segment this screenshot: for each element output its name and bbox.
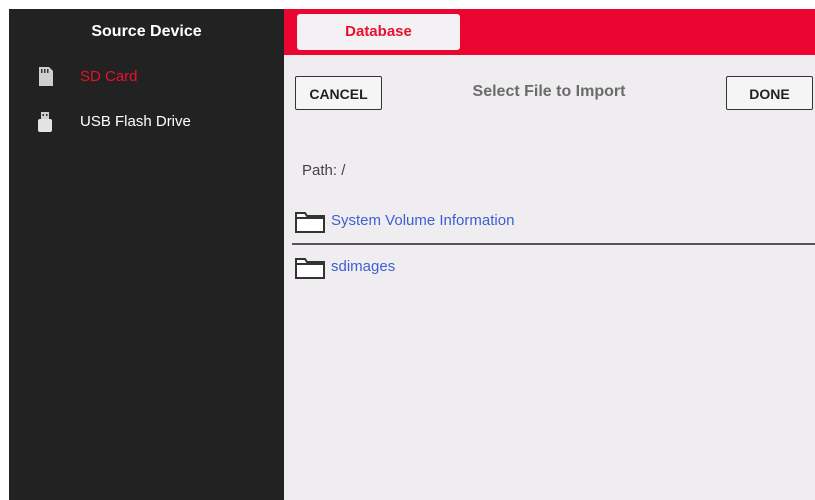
app-window: Source Device SD Card USB Flash Drive Da…: [9, 9, 815, 500]
main-panel: Database CANCEL Select File to Import DO…: [284, 9, 815, 500]
path-label: Path: /: [302, 162, 346, 179]
sidebar-item-label: SD Card: [80, 68, 138, 85]
usb-drive-icon: [35, 111, 55, 133]
sidebar: Source Device SD Card USB Flash Drive: [9, 9, 284, 500]
tab-database[interactable]: Database: [297, 14, 460, 50]
done-button[interactable]: DONE: [726, 76, 813, 110]
folder-item-sdimages[interactable]: sdimages: [294, 256, 815, 290]
dialog-title: Select File to Import: [472, 83, 626, 100]
sidebar-title: Source Device: [91, 23, 202, 40]
cancel-button[interactable]: CANCEL: [295, 76, 382, 110]
sidebar-item-usb-flash-drive[interactable]: USB Flash Drive: [9, 111, 284, 147]
folder-name: System Volume Information: [331, 212, 515, 229]
sidebar-item-sd-card[interactable]: SD Card: [9, 66, 284, 102]
sd-card-icon: [35, 66, 55, 88]
folder-icon: [294, 210, 326, 234]
folder-icon: [294, 256, 326, 280]
list-divider: [292, 243, 815, 245]
sidebar-item-label: USB Flash Drive: [80, 113, 191, 130]
top-bar: Database: [284, 9, 815, 55]
folder-name: sdimages: [331, 258, 396, 275]
folder-item-system-volume-information[interactable]: System Volume Information: [294, 210, 815, 244]
